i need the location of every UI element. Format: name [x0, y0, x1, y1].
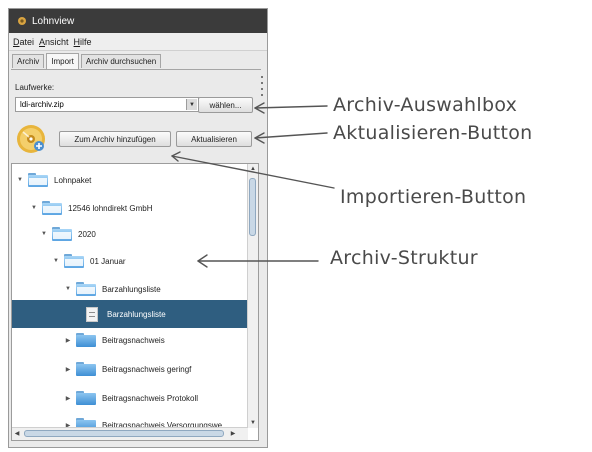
scroll-down-icon[interactable]: ▼	[248, 418, 258, 428]
archive-select[interactable]: ldi-archiv.zip ▼	[15, 97, 199, 112]
callout-archive-box: Archiv-Auswahlbox	[333, 94, 518, 116]
tree-item[interactable]: ▼ Lohnpaket	[12, 166, 248, 194]
tree-item-label: Barzahlungsliste	[107, 309, 166, 319]
expand-toggle-icon[interactable]: ▶	[64, 337, 72, 344]
archive-disc-icon	[15, 123, 47, 155]
folder-open-icon	[42, 201, 62, 215]
horizontal-scroll-thumb[interactable]	[24, 430, 224, 437]
menu-bar: Datei Ansicht Hilfe	[9, 33, 267, 51]
archive-tree[interactable]: ▼ Lohnpaket ▼ 12546 lohndirekt GmbH ▼ 20…	[11, 163, 259, 441]
scroll-right-icon[interactable]: ▶	[228, 428, 238, 440]
callout-archive-structure: Archiv-Struktur	[330, 247, 478, 269]
folder-open-icon	[28, 173, 48, 187]
expand-toggle-icon[interactable]: ▼	[64, 286, 72, 292]
expand-toggle-icon[interactable]: ▶	[64, 366, 72, 373]
archive-select-value: ldi-archiv.zip	[20, 100, 64, 109]
expand-toggle-icon[interactable]: ▶	[64, 395, 72, 402]
expand-toggle-icon[interactable]: ▼	[30, 205, 38, 211]
document-icon	[86, 306, 98, 322]
window-title: Lohnview	[32, 15, 75, 27]
menu-datei[interactable]: Datei	[13, 37, 34, 47]
tree-item-label: 01 Januar	[90, 256, 126, 266]
callout-import-button: Importieren-Button	[340, 186, 527, 208]
scroll-up-icon[interactable]: ▲	[248, 164, 258, 174]
folder-icon	[76, 333, 96, 347]
splitter-handle[interactable]	[260, 72, 264, 132]
tree-item[interactable]: ▼ 2020	[12, 220, 258, 248]
tab-archiv[interactable]: Archiv	[12, 54, 45, 68]
drives-label: Laufwerke:	[15, 83, 55, 92]
choose-button[interactable]: wählen...	[198, 97, 253, 113]
app-icon	[17, 16, 27, 26]
annotated-screenshot: Lohnview Datei Ansicht Hilfe Archiv Impo…	[0, 0, 592, 452]
tree-item[interactable]: ▼ 12546 lohndirekt GmbH	[12, 194, 258, 222]
menu-ansicht[interactable]: Ansicht	[39, 37, 69, 47]
tree-item[interactable]: ▶ Beitragsnachweis	[12, 326, 258, 354]
folder-open-icon	[52, 227, 72, 241]
tree-item-label: 2020	[78, 229, 96, 239]
expand-toggle-icon[interactable]: ▼	[52, 258, 60, 264]
tree-item-selected[interactable]: Barzahlungsliste	[12, 300, 258, 328]
tree-item[interactable]: ▶ Beitragsnachweis geringf	[12, 355, 258, 383]
tree-item-label: Beitragsnachweis Protokoll	[102, 393, 199, 403]
tree-item-label: 12546 lohndirekt GmbH	[68, 203, 153, 213]
tree-item-label: Beitragsnachweis geringf	[102, 364, 192, 374]
tree-item-label: Lohnpaket	[54, 175, 92, 185]
chevron-down-icon[interactable]: ▼	[186, 99, 197, 110]
vertical-scroll-thumb[interactable]	[249, 178, 256, 236]
tree-item-label: Beitragsnachweis	[102, 335, 165, 345]
tree-item[interactable]: ▼ 01 Januar	[12, 247, 258, 275]
tree-item-label: Barzahlungsliste	[102, 284, 161, 294]
title-bar: Lohnview	[9, 9, 267, 33]
expand-toggle-icon[interactable]: ▼	[16, 177, 24, 183]
folder-icon	[76, 362, 96, 376]
add-to-archive-button[interactable]: Zum Archiv hinzufügen	[59, 131, 171, 147]
callout-refresh-button: Aktualisieren-Button	[333, 122, 533, 144]
expand-toggle-icon[interactable]: ▼	[40, 231, 48, 237]
tab-archiv-durchsuchen[interactable]: Archiv durchsuchen	[80, 54, 162, 68]
menu-hilfe[interactable]: Hilfe	[74, 37, 92, 47]
horizontal-scrollbar[interactable]: ◀ ▶	[12, 427, 248, 440]
refresh-button[interactable]: Aktualisieren	[176, 131, 252, 147]
tab-import[interactable]: Import	[46, 53, 79, 69]
tab-strip: Archiv Import Archiv durchsuchen	[12, 53, 163, 69]
folder-open-icon	[76, 282, 96, 296]
folder-open-icon	[64, 254, 84, 268]
folder-icon	[76, 391, 96, 405]
scroll-left-icon[interactable]: ◀	[12, 428, 22, 440]
tree-item[interactable]: ▼ Barzahlungsliste	[12, 275, 258, 303]
tree-item[interactable]: ▶ Beitragsnachweis Protokoll	[12, 384, 258, 412]
vertical-scrollbar[interactable]: ▲ ▼	[247, 164, 258, 428]
